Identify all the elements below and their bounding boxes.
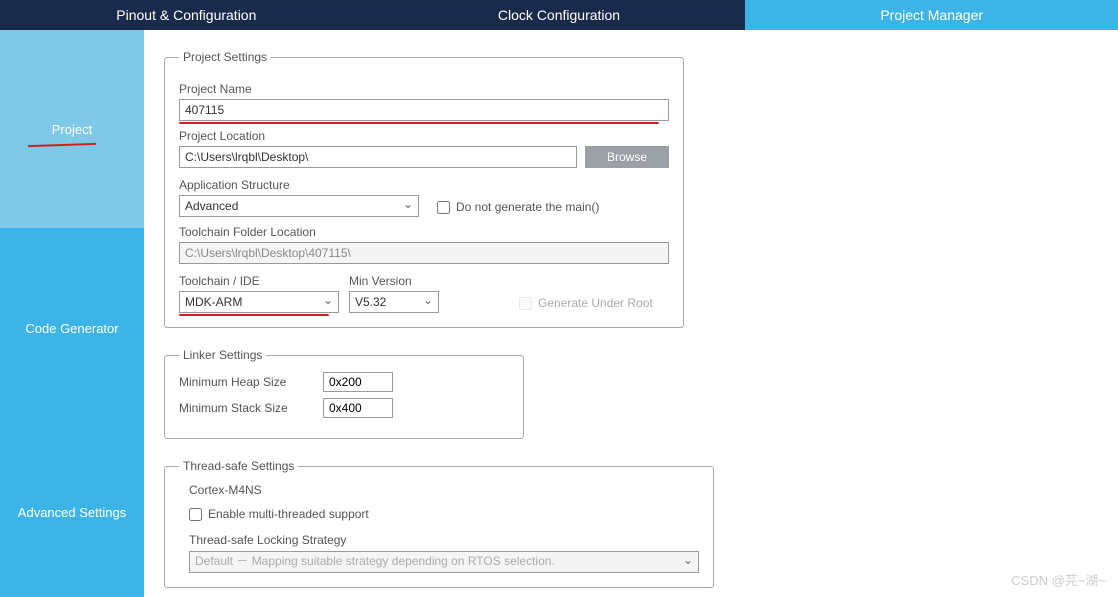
project-location-label: Project Location: [179, 129, 669, 143]
locking-strategy-select: Default － Mapping suitable strategy depe…: [189, 551, 699, 573]
heap-size-input[interactable]: [323, 372, 393, 392]
linker-settings-legend: Linker Settings: [179, 348, 266, 362]
top-tabs: Pinout & Configuration Clock Configurati…: [0, 0, 1118, 30]
sidebar-item-project[interactable]: Project: [0, 30, 144, 228]
threadsafe-settings-group: Thread-safe Settings Cortex-M4NS Enable …: [164, 459, 714, 588]
min-version-select[interactable]: V5.32: [349, 291, 439, 313]
sidebar: Project Code Generator Advanced Settings: [0, 30, 144, 597]
no-main-label: Do not generate the main(): [456, 200, 599, 214]
locking-strategy-label: Thread-safe Locking Strategy: [189, 533, 699, 547]
no-main-checkbox[interactable]: [437, 201, 450, 214]
sidebar-item-advanced-settings[interactable]: Advanced Settings: [0, 428, 144, 597]
project-settings-group: Project Settings Project Name Project Lo…: [164, 50, 684, 328]
tab-project-manager[interactable]: Project Manager: [745, 0, 1118, 30]
threadsafe-core-label: Cortex-M4NS: [189, 483, 699, 497]
project-settings-legend: Project Settings: [179, 50, 271, 64]
generate-under-root-checkbox: [519, 297, 532, 310]
threadsafe-legend: Thread-safe Settings: [179, 459, 298, 473]
heap-size-label: Minimum Heap Size: [179, 375, 309, 389]
toolchain-ide-select[interactable]: MDK-ARM: [179, 291, 339, 313]
app-structure-label: Application Structure: [179, 178, 419, 192]
generate-under-root-label: Generate Under Root: [538, 296, 653, 310]
stack-size-label: Minimum Stack Size: [179, 401, 309, 415]
tab-pinout[interactable]: Pinout & Configuration: [0, 0, 373, 30]
min-version-label: Min Version: [349, 274, 439, 288]
project-name-label: Project Name: [179, 82, 669, 96]
content-panel: Project Settings Project Name Project Lo…: [144, 30, 1118, 597]
browse-button[interactable]: Browse: [585, 146, 669, 168]
tab-clock[interactable]: Clock Configuration: [373, 0, 746, 30]
watermark-text: CSDN @芫~湖~: [1011, 570, 1106, 589]
toolchain-ide-label: Toolchain / IDE: [179, 274, 339, 288]
enable-multithread-checkbox[interactable]: [189, 508, 202, 521]
toolchain-folder-input: [179, 242, 669, 264]
linker-settings-group: Linker Settings Minimum Heap Size Minimu…: [164, 348, 524, 439]
app-structure-select[interactable]: Advanced: [179, 195, 419, 217]
enable-multithread-label: Enable multi-threaded support: [208, 507, 369, 521]
stack-size-input[interactable]: [323, 398, 393, 418]
main-area: Project Code Generator Advanced Settings…: [0, 30, 1118, 597]
sidebar-item-code-generator[interactable]: Code Generator: [0, 228, 144, 428]
project-name-input[interactable]: [179, 99, 669, 121]
project-location-input[interactable]: [179, 146, 577, 168]
toolchain-folder-label: Toolchain Folder Location: [179, 225, 669, 239]
